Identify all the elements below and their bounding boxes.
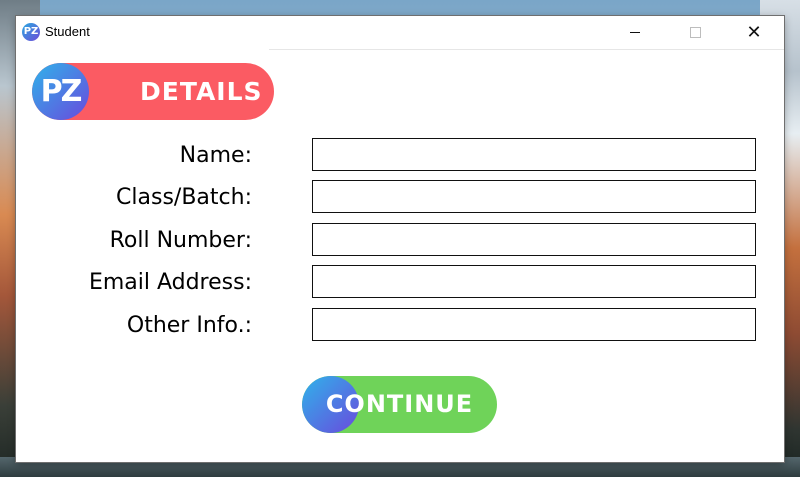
class-batch-label: Class/Batch:: [116, 185, 252, 210]
student-window: PZ Student ✕ PZ DETAILS Name: Class/Batc…: [16, 16, 784, 462]
class-batch-input[interactable]: [312, 180, 756, 213]
email-label: Email Address:: [88, 270, 252, 295]
email-input[interactable]: [312, 265, 756, 298]
continue-label: CONTINUE: [325, 390, 474, 418]
close-icon: ✕: [746, 21, 762, 43]
name-label: Name:: [179, 143, 252, 168]
divider: [269, 49, 784, 50]
other-info-label: Other Info.:: [126, 313, 252, 338]
roll-number-label: Roll Number:: [109, 228, 252, 253]
other-info-input[interactable]: [312, 308, 756, 341]
details-badge: PZ DETAILS: [32, 63, 274, 120]
roll-number-input[interactable]: [312, 223, 756, 256]
name-input[interactable]: [312, 138, 756, 171]
maximize-button[interactable]: [672, 16, 718, 49]
title-bar[interactable]: PZ Student ✕: [16, 16, 784, 49]
window-title: Student: [45, 24, 90, 39]
minimize-icon: [630, 32, 640, 33]
form-row-name: Name:: [16, 137, 784, 174]
pz-logo: PZ: [32, 63, 89, 120]
continue-button[interactable]: CONTINUE: [302, 376, 497, 433]
form-row-class: Class/Batch:: [16, 179, 784, 216]
close-button[interactable]: ✕: [731, 16, 777, 49]
details-label: DETAILS: [140, 77, 263, 106]
form-row-other: Other Info.:: [16, 307, 784, 344]
minimize-button[interactable]: [612, 16, 658, 49]
maximize-icon: [689, 27, 701, 38]
form-row-email: Email Address:: [16, 264, 784, 301]
form-row-roll: Roll Number:: [16, 222, 784, 259]
app-icon: PZ: [22, 23, 40, 41]
